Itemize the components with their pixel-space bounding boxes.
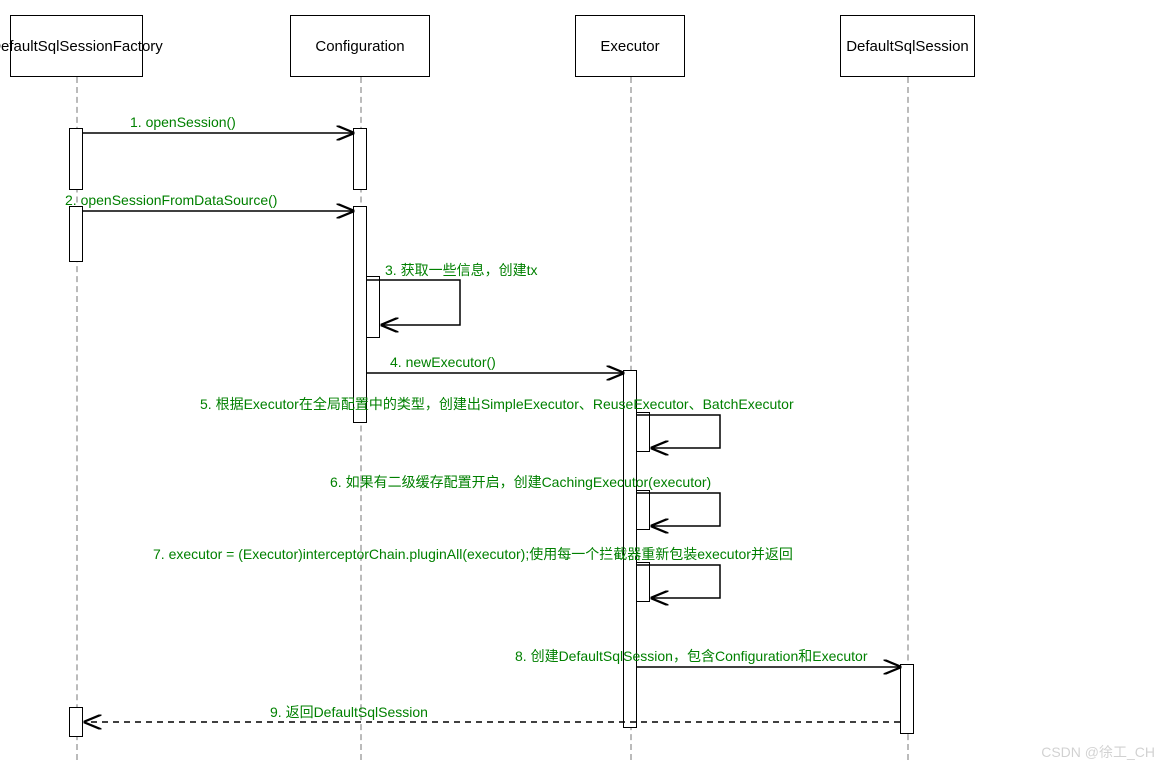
msg-1: 1. openSession() [130,114,236,130]
activation-p3-2 [636,412,650,452]
participant-label: DefaultSqlSession [846,38,969,55]
participant-configuration: Configuration [290,15,430,77]
lifeline-p4 [907,77,909,760]
participant-defaultsqlsessionfactory: DefaultSqlSessionFactory [10,15,143,77]
msg-2: 2. openSessionFromDataSource() [65,192,277,208]
activation-p2-3 [366,276,380,338]
activation-p1-1 [69,128,83,190]
msg-6: 6. 如果有二级缓存配置开启，创建CachingExecutor(executo… [330,472,711,492]
activation-p4-1 [900,664,914,734]
activation-p1-3 [69,707,83,737]
participant-label: Executor [600,38,659,55]
arrow-3 [367,280,460,325]
activation-p3-4 [636,562,650,602]
participant-defaultsqlsession: DefaultSqlSession [840,15,975,77]
watermark: CSDN @徐工_CH [1041,742,1155,762]
activation-p2-2 [353,206,367,423]
msg-5: 5. 根据Executor在全局配置中的类型，创建出SimpleExecutor… [200,394,794,414]
msg-7: 7. executor = (Executor)interceptorChain… [153,544,793,564]
msg-8: 8. 创建DefaultSqlSession，包含Configuration和E… [515,646,868,666]
msg-4: 4. newExecutor() [390,354,496,370]
activation-p3-3 [636,490,650,530]
participant-label: Configuration [315,38,404,55]
activation-p2-1 [353,128,367,190]
participant-label: DefaultSqlSessionFactory [0,38,163,55]
participant-executor: Executor [575,15,685,77]
msg-9: 9. 返回DefaultSqlSession [270,702,428,722]
activation-p1-2 [69,206,83,262]
msg-3: 3. 获取一些信息，创建tx [385,260,537,280]
